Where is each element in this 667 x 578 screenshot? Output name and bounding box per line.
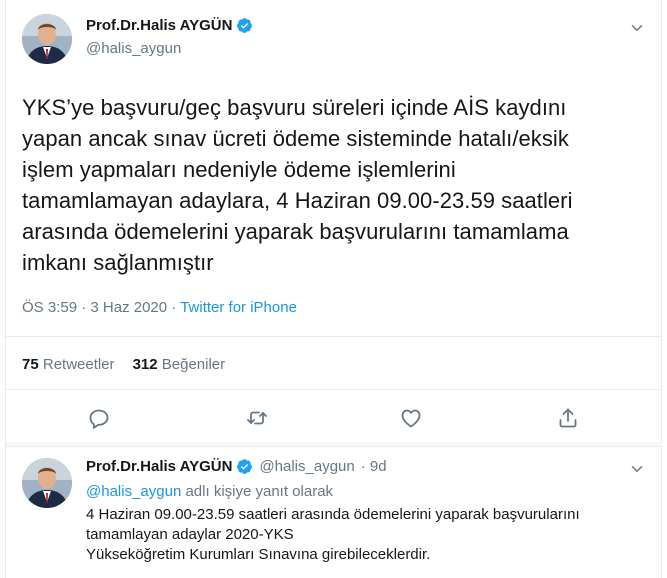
reply-author-display-name[interactable]: Prof.Dr.Halis AYGÜN [86, 458, 232, 475]
meta-separator: · [167, 299, 181, 316]
tweet-text-line: YKS’ye başvuru/geç başvuru süreleri için… [22, 95, 567, 120]
retweets-count: 75 [22, 356, 39, 373]
tweet-stats: 75 Retweetler 312 Beğeniler [22, 356, 225, 373]
tweet-text-line: arasında ödemelerini yaparak başvuruları… [22, 219, 569, 244]
tweet-text-line: yapan ancak sınav ücreti ödeme sistemind… [22, 126, 569, 151]
reply-to-mention-link[interactable]: @halis_aygun [86, 483, 181, 500]
divider [6, 336, 662, 337]
verified-badge-icon [237, 18, 253, 33]
retweets-stat[interactable]: 75 Retweetler [22, 356, 115, 373]
chevron-down-icon[interactable] [628, 19, 646, 37]
reply-author-avatar[interactable] [22, 458, 72, 508]
reply-text-line: 4 Haziran 09.00-23.59 saatleri arasında … [86, 506, 580, 523]
reply-author-name-row[interactable]: Prof.Dr.Halis AYGÜN @halis_aygun · 9d [86, 458, 387, 475]
share-icon [559, 408, 577, 428]
reply-author-handle[interactable]: @halis_aygun [259, 458, 354, 475]
tweet-text-line: imkanı sağlanmıştır [22, 250, 214, 275]
share-button[interactable] [556, 406, 580, 430]
tweet-meta: ÖS 3:59 · 3 Haz 2020 · Twitter for iPhon… [22, 299, 297, 316]
author-avatar[interactable] [22, 14, 72, 64]
reply-text-line: Yükseköğretim Kurumları Sınavına girebil… [86, 546, 431, 563]
author-handle[interactable]: @halis_aygun [86, 40, 181, 57]
reply-context: @halis_aygun adlı kişiye yanıt olarak [86, 483, 333, 500]
reply-age[interactable]: · 9d [361, 458, 387, 475]
likes-stat[interactable]: 312 Beğeniler [133, 356, 226, 373]
reply-text-line: tamamlayan adaylar 2020-YKS [86, 526, 294, 543]
profile-photo [22, 458, 72, 508]
tweet-date[interactable]: 3 Haz 2020 [90, 299, 167, 316]
author-name-row[interactable]: Prof.Dr.Halis AYGÜN [86, 17, 253, 34]
chevron-down-icon[interactable] [628, 460, 646, 478]
reply-icon [89, 409, 109, 429]
retweets-label: Retweetler [42, 356, 115, 373]
tweet-text-line: işlem yapmaları nedeniyle ödeme işlemler… [22, 157, 456, 182]
author-display-name[interactable]: Prof.Dr.Halis AYGÜN [86, 17, 232, 34]
divider [6, 389, 662, 390]
like-button[interactable] [399, 406, 423, 430]
tweet-text: YKS’ye başvuru/geç başvuru süreleri için… [22, 92, 647, 278]
tweet-time[interactable]: ÖS 3:59 [22, 299, 77, 316]
like-icon [401, 409, 421, 428]
likes-label: Beğeniler [161, 356, 226, 373]
divider [6, 446, 662, 447]
reply-to-suffix: adlı kişiye yanıt olarak [181, 483, 334, 500]
profile-photo [22, 14, 72, 64]
retweet-icon [247, 411, 267, 425]
tweet-separator [6, 442, 662, 446]
reply-button[interactable] [87, 406, 111, 430]
verified-badge-icon [237, 459, 253, 474]
tweet-source-link[interactable]: Twitter for iPhone [180, 299, 297, 316]
reply-tweet-text: 4 Haziran 09.00-23.59 saatleri arasında … [86, 505, 626, 565]
retweet-button[interactable] [245, 406, 269, 430]
meta-separator: · [77, 299, 91, 316]
tweet-text-line: tamamlamayan adaylara, 4 Haziran 09.00-2… [22, 188, 573, 213]
likes-count: 312 [132, 356, 158, 373]
